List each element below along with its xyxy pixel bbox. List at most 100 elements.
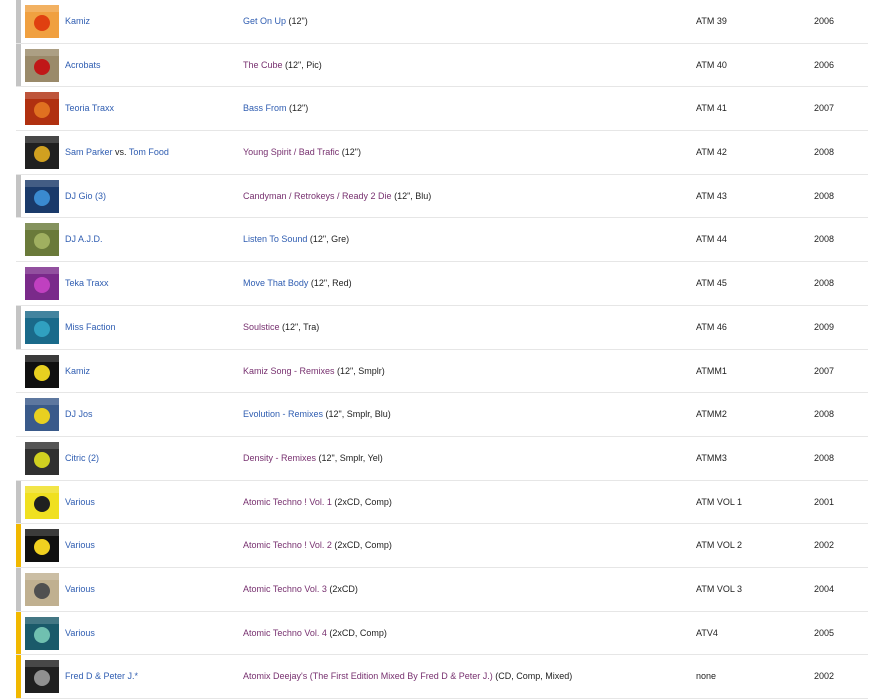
artist-link[interactable]: Fred D & Peter J.* [65,671,138,681]
artist-link[interactable]: Kamiz [65,16,90,26]
row-status-marker [16,87,21,130]
row-status-marker [16,350,21,393]
artist-link[interactable]: Sam Parker [65,147,113,157]
release-title-link[interactable]: Density - Remixes [243,453,316,463]
release-format: (2xCD) [326,583,358,594]
release-thumbnail[interactable] [25,136,59,170]
artist-link[interactable]: Citric (2) [65,453,99,463]
artist-cell: DJ Jos [65,393,93,436]
release-format: (12", Red) [308,278,352,289]
release-title-link[interactable]: Candyman / Retrokeys / Ready 2 Die [243,191,392,201]
release-thumbnail[interactable] [25,5,59,38]
artist-link[interactable]: Teoria Traxx [65,103,114,113]
catalog-number: ATM 45 [696,278,727,289]
artist-cell: Acrobats [65,44,101,87]
artist-link[interactable]: DJ A.J.D. [65,234,103,244]
table-row: Various Atomic Techno Vol. 4 (2xCD, Comp)… [16,611,868,656]
release-thumbnail[interactable] [25,485,59,519]
release-title-link[interactable]: Evolution - Remixes [243,409,323,419]
title-cell: Atomic Techno ! Vol. 2 (2xCD, Comp) [243,524,392,567]
title-cell: The Cube (12", Pic) [243,44,322,87]
release-thumbnail[interactable] [25,223,59,257]
catalog-number: ATM 39 [696,16,727,26]
release-title-link[interactable]: Atomic Techno ! Vol. 2 [243,540,332,550]
table-row: DJ A.J.D. Listen To Sound (12", Gre) ATM 4… [16,218,868,263]
catalog-number: ATM 46 [696,321,727,332]
table-row: Teoria Traxx Bass From (12") ATM 41 2007 [16,87,868,132]
release-title-link[interactable]: Move That Body [243,278,308,288]
table-row: Various Atomic Techno ! Vol. 1 (2xCD, Com… [16,480,868,525]
release-thumbnail[interactable] [25,48,59,82]
artist-link[interactable]: Teka Traxx [65,278,109,288]
table-row: Various Atomic Techno ! Vol. 2 (2xCD, Com… [16,524,868,568]
release-thumbnail[interactable] [25,572,59,606]
release-title-link[interactable]: Soulstice [243,322,280,332]
release-title-link[interactable]: Kamiz Song - Remixes [243,366,335,376]
catalog-number: ATMM3 [696,452,727,463]
artist-link[interactable]: Various [65,584,95,594]
release-format: (12", Smplr) [334,365,385,376]
release-thumbnail[interactable] [25,92,59,126]
title-cell: Density - Remixes (12", Smplr, Yel) [243,437,383,480]
catalog-number: ATM 40 [696,59,727,70]
title-cell: Evolution - Remixes (12", Smplr, Blu) [243,393,391,436]
artist-link[interactable]: Miss Faction [65,322,116,332]
release-title-link[interactable]: Get On Up [243,16,286,26]
release-title-link[interactable]: Atomic Techno Vol. 4 [243,628,327,638]
release-year: 2009 [814,321,835,332]
release-thumbnail[interactable] [25,354,59,388]
artist-cell: DJ Gio (3) [65,175,106,218]
release-format: (2xCD, Comp) [331,540,392,551]
table-row: Kamiz Get On Up (12") ATM 39 2006 [16,0,868,44]
title-cell: Get On Up (12") [243,0,308,43]
table-row: Teka Traxx Move That Body (12", Red) ATM 4… [16,262,868,306]
release-title-link[interactable]: Listen To Sound [243,234,307,244]
release-title-link[interactable]: Atomix Deejay's (The First Edition Mixed… [243,671,493,681]
table-row: Kamiz Kamiz Song - Remixes (12", Smplr) AT… [16,350,868,394]
title-cell: Kamiz Song - Remixes (12", Smplr) [243,350,385,393]
artist-link[interactable]: Acrobats [65,60,101,70]
release-thumbnail[interactable] [25,179,59,213]
release-format: (12", Pic) [282,59,322,70]
table-row: Various Atomic Techno Vol. 3 (2xCD) ATM VO… [16,567,868,612]
release-format: (12", Tra) [279,321,320,332]
row-status-marker [16,305,21,349]
release-thumbnail[interactable] [25,529,59,563]
release-thumbnail[interactable] [25,660,59,694]
release-year: 2008 [814,452,835,463]
artist-cell: Various [65,568,95,611]
release-thumbnail[interactable] [25,616,59,650]
artist-cell: Citric (2) [65,437,99,480]
release-title-link[interactable]: Young Spirit / Bad Trafic [243,147,339,157]
release-thumbnail[interactable] [25,310,59,344]
artist-link[interactable]: DJ Jos [65,409,93,419]
row-status-marker [16,611,21,655]
row-status-marker [16,393,21,436]
artist-cell: DJ A.J.D. [65,218,103,261]
catalog-number: ATM 44 [696,234,727,245]
release-thumbnail[interactable] [25,267,59,301]
row-status-marker [16,174,21,218]
title-cell: Atomic Techno Vol. 4 (2xCD, Comp) [243,612,387,655]
title-cell: Atomic Techno ! Vol. 1 (2xCD, Comp) [243,481,392,524]
artist-separator: vs. [112,147,129,158]
release-title-link[interactable]: Atomic Techno ! Vol. 1 [243,497,332,507]
artist-cell: Various [65,612,95,655]
artist-cell: Teka Traxx [65,262,109,305]
artist-link[interactable]: Tom Food [129,147,169,157]
release-title-link[interactable]: Bass From [243,103,287,113]
release-thumbnail[interactable] [25,398,59,432]
release-format: (12", Gre) [307,234,350,245]
artist-link[interactable]: DJ Gio (3) [65,191,106,201]
table-row: Sam Parker vs. Tom Food Young Spirit / Ba… [16,131,868,175]
artist-link[interactable]: Various [65,540,95,550]
catalog-number: ATMM2 [696,409,727,420]
release-title-link[interactable]: Atomic Techno Vol. 3 [243,584,327,594]
release-title-link[interactable]: The Cube [243,60,283,70]
artist-link[interactable]: Various [65,497,95,507]
release-thumbnail[interactable] [25,441,59,475]
artist-link[interactable]: Various [65,628,95,638]
release-year: 2002 [814,540,835,551]
artist-link[interactable]: Kamiz [65,366,90,376]
release-format: (2xCD, Comp) [326,627,387,638]
